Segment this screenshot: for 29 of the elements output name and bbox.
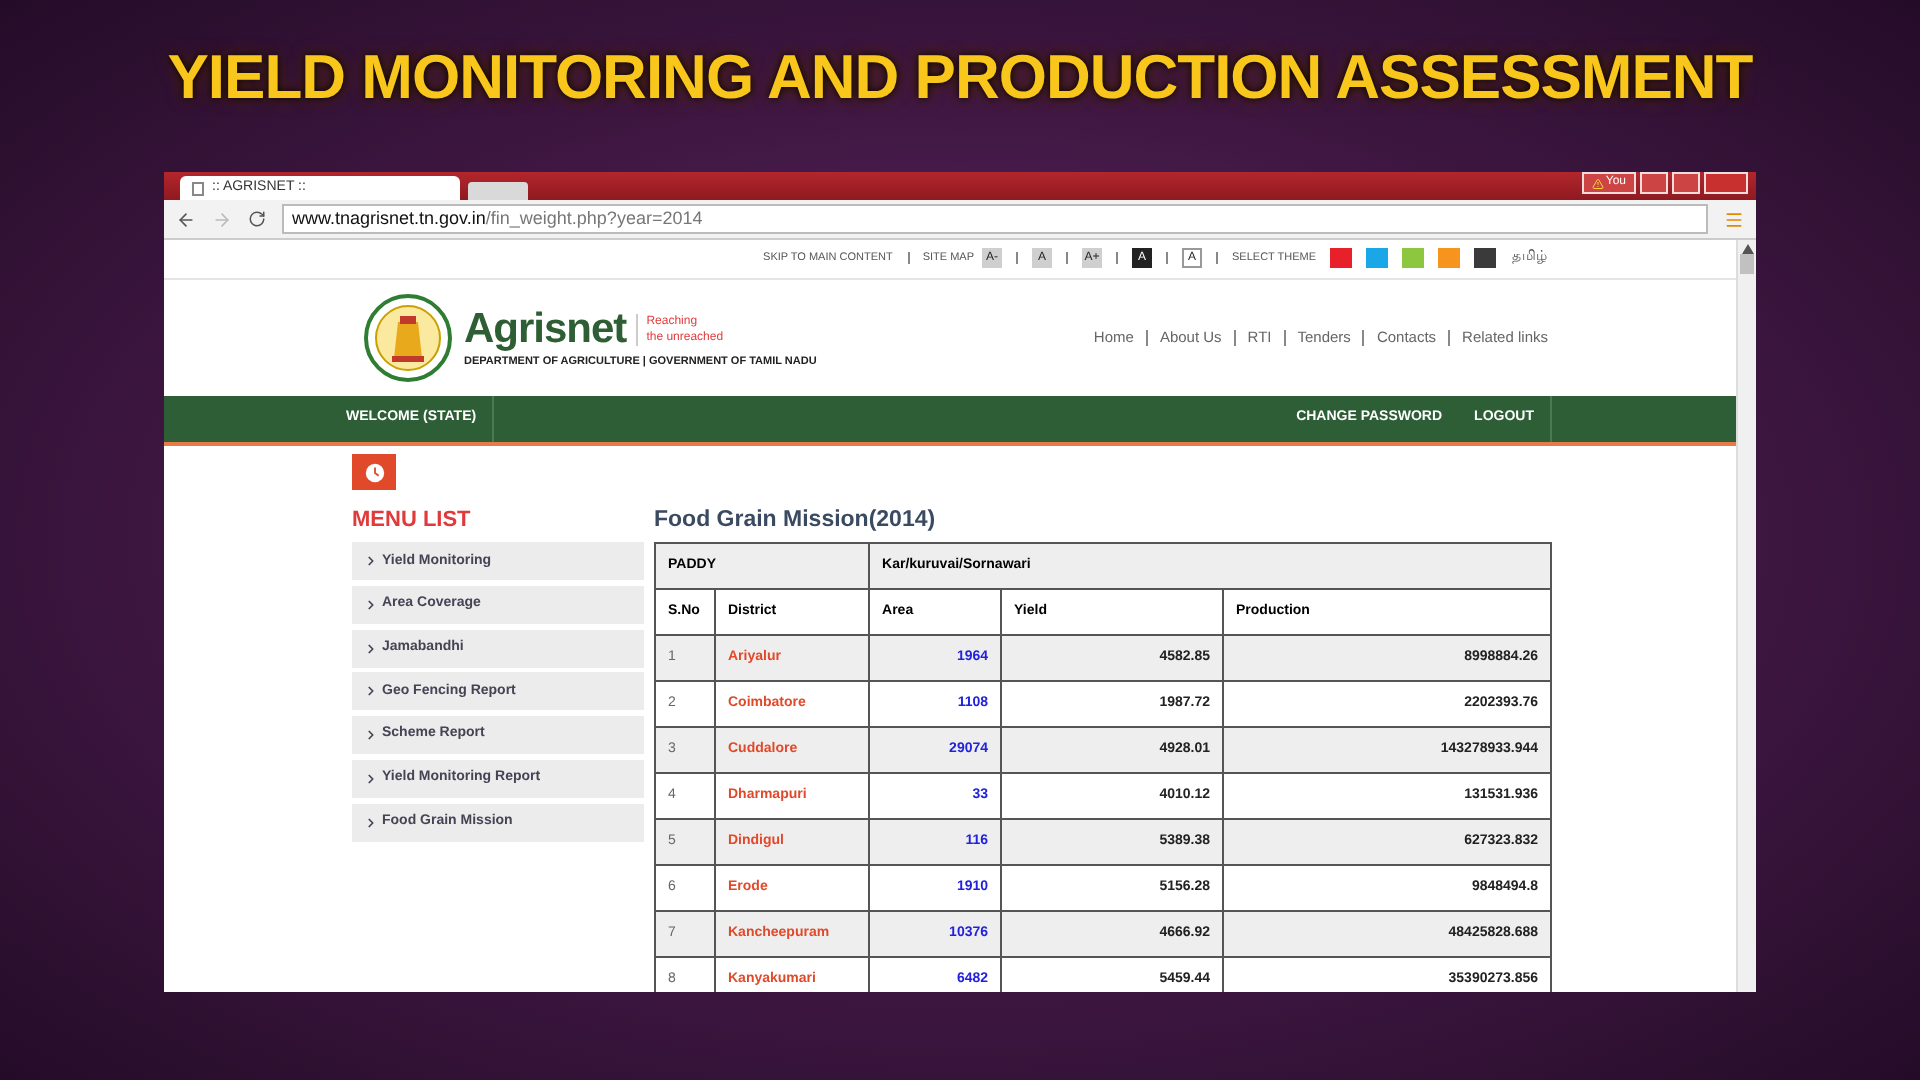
chevron-icon — [364, 728, 378, 743]
minimize-button[interactable] — [1640, 172, 1668, 194]
address-field[interactable]: www.tnagrisnet.tn.gov.in/fin_weight.php?year=2014 — [282, 204, 1708, 234]
menu-icon[interactable] — [1724, 209, 1744, 229]
brand-name: Agrisnet — [464, 305, 627, 354]
theme-swatch[interactable] — [1330, 248, 1352, 269]
chevron-icon — [364, 554, 378, 569]
clock-button[interactable] — [352, 454, 396, 491]
maximize-button[interactable] — [1672, 172, 1700, 194]
warning-icon — [1591, 177, 1604, 189]
slide-title: YIELD MONITORING AND PRODUCTION ASSESSMENT — [167, 40, 1753, 116]
menu-title: MENU LIST — [352, 506, 473, 535]
clock-icon — [363, 461, 385, 484]
back-icon[interactable] — [176, 209, 196, 229]
reload-icon[interactable] — [248, 210, 266, 228]
theme-swatch[interactable] — [1366, 248, 1388, 269]
theme-swatch[interactable] — [1402, 248, 1424, 269]
scroll-thumb[interactable] — [1740, 254, 1754, 274]
scrollbar[interactable] — [1736, 240, 1756, 992]
chevron-icon — [364, 771, 378, 786]
close-button[interactable] — [1704, 172, 1748, 194]
chevron-icon — [364, 815, 378, 829]
theme-swatch[interactable] — [1474, 248, 1496, 269]
theme-swatch[interactable] — [1438, 248, 1460, 269]
chevron-icon — [364, 641, 378, 656]
content-title: Food Grain Mission(2014) — [654, 506, 938, 535]
chevron-icon — [364, 598, 378, 613]
chevron-icon — [364, 684, 378, 699]
emblem-icon — [364, 293, 452, 382]
